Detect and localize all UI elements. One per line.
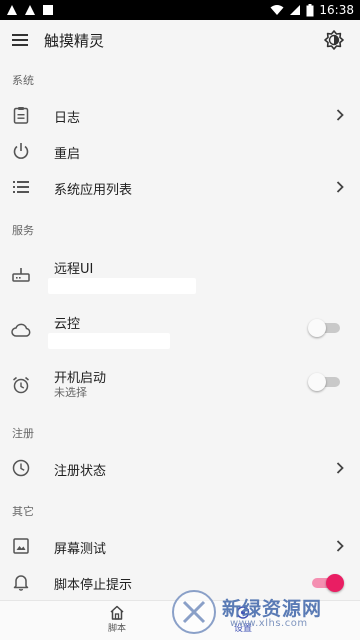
row-cloud-control-label: 云控 [54, 317, 81, 332]
row-register-status-label: 注册状态 [54, 464, 107, 479]
hamburger-menu-icon [12, 34, 28, 46]
chevron-right-icon [334, 181, 346, 193]
bell-icon [10, 571, 32, 593]
row-cloud-control[interactable]: 云控 [0, 305, 360, 351]
list-icon [10, 176, 32, 198]
status-bar: 16:38 [0, 0, 360, 20]
app-bar: 触摸精灵 [0, 20, 360, 60]
router-icon [10, 264, 32, 286]
app-notification-icon-2 [24, 4, 36, 16]
cloud-icon [10, 319, 32, 341]
row-system-apps-label: 系统应用列表 [54, 183, 133, 198]
square-notification-icon [42, 4, 54, 16]
cloud-control-switch[interactable] [308, 319, 340, 337]
watermark-text: 新绿资源网 [222, 598, 323, 620]
status-time: 16:38 [319, 3, 354, 17]
nav-scripts[interactable]: 脚本 [82, 605, 152, 634]
row-remote-ui-label: 远程UI [54, 262, 94, 277]
switch-knob [308, 373, 326, 391]
home-icon [110, 605, 124, 620]
brightness-icon [324, 30, 344, 50]
switch-knob [308, 319, 326, 337]
row-remote-ui[interactable]: 远程UI [0, 250, 360, 296]
row-screen-test[interactable]: 屏幕测试 [0, 528, 360, 564]
signal-icon [289, 4, 301, 16]
section-service-title: 服务 [12, 224, 34, 237]
section-register-title: 注册 [12, 427, 34, 440]
menu-button[interactable] [0, 20, 40, 60]
row-log[interactable]: 日志 [0, 98, 360, 132]
section-other-title: 其它 [12, 505, 34, 518]
alarm-clock-icon [10, 374, 32, 396]
nav-scripts-label: 脚本 [107, 624, 126, 634]
row-restart-label: 重启 [54, 147, 81, 162]
clock-icon [10, 457, 32, 479]
settings-list: 系统 日志 重启 系统应用列表 服务 远程UI 云控 开机启动 未选择 注册 注… [0, 60, 360, 600]
watermark-logo [172, 590, 216, 634]
chevron-right-icon [334, 462, 346, 474]
row-screen-test-label: 屏幕测试 [54, 542, 107, 557]
row-restart[interactable]: 重启 [0, 134, 360, 168]
row-system-apps[interactable]: 系统应用列表 [0, 170, 360, 204]
row-autostart[interactable]: 开机启动 未选择 [0, 360, 360, 406]
battery-icon [306, 3, 314, 17]
watermark: 新绿资源网 www.xlhs.com [172, 586, 350, 638]
app-notification-icon [6, 4, 18, 16]
row-autostart-subtitle: 未选择 [54, 386, 87, 399]
wifi-icon [270, 4, 284, 16]
section-system-title: 系统 [12, 74, 34, 87]
power-icon [10, 140, 32, 162]
chevron-right-icon [334, 109, 346, 121]
redacted-address-box [48, 278, 196, 294]
theme-toggle-button[interactable] [314, 20, 354, 60]
row-register-status[interactable]: 注册状态 [0, 450, 360, 486]
watermark-url: www.xlhs.com [230, 618, 308, 629]
row-log-label: 日志 [54, 111, 81, 126]
redacted-info-box [48, 333, 170, 349]
clipboard-icon [10, 104, 32, 126]
row-stop-notice-label: 脚本停止提示 [54, 578, 133, 593]
autostart-switch[interactable] [308, 373, 340, 391]
image-icon [10, 535, 32, 557]
app-title: 触摸精灵 [44, 31, 105, 50]
chevron-right-icon [334, 540, 346, 552]
